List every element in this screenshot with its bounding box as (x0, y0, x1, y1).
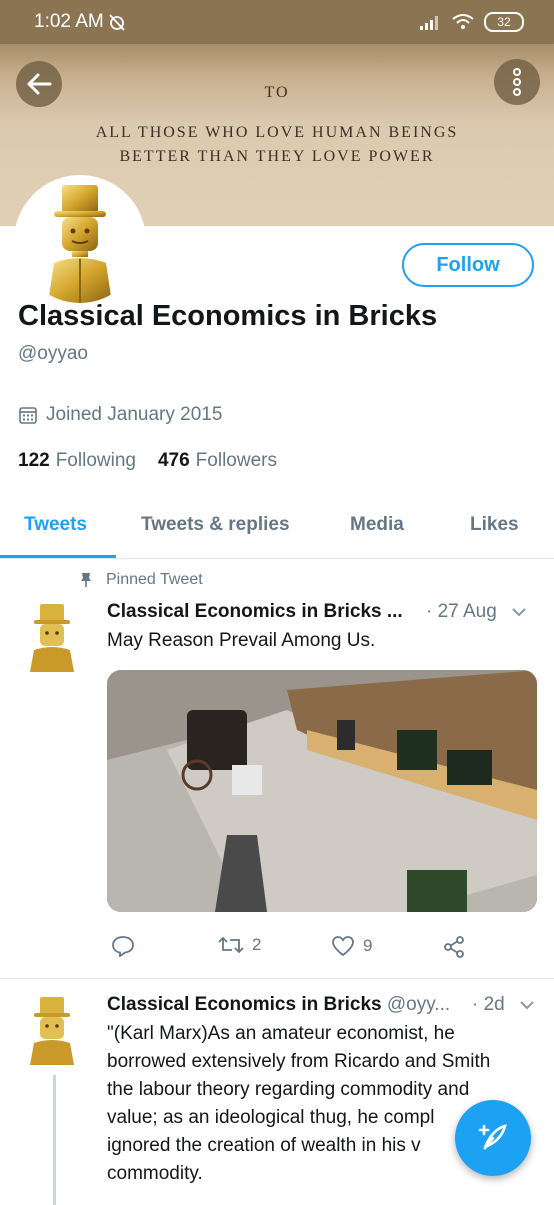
gold-minifigure-image (48, 185, 112, 303)
more-vertical-icon (513, 68, 521, 96)
tweet-author-handle: @oyy... (386, 994, 451, 1015)
profile-tabs: Tweets Tweets & replies Media Likes (0, 500, 554, 559)
tweet-author-name[interactable]: Classical Economics in Bricks ... (107, 601, 403, 622)
share-icon (444, 936, 464, 958)
signal-icon (420, 16, 438, 30)
profile-stats: 122 Following 476 Followers (18, 450, 277, 472)
chevron-down-icon[interactable] (511, 607, 527, 617)
tweet-media-image[interactable] (107, 670, 537, 912)
followers-label: Followers (195, 450, 277, 471)
followers-stat[interactable]: 476 Followers (158, 450, 277, 472)
tweet-header: Classical Economics in Bricks ... (107, 601, 403, 623)
tweet-meta: · 27 Aug (426, 601, 527, 623)
tweet-text-line: borrowed extensively from Ricardo and Sm… (107, 1051, 491, 1072)
status-bar: 1:02 AM 32 (0, 0, 554, 44)
like-count: 9 (363, 936, 373, 955)
retweet-button[interactable]: 2 (218, 935, 261, 955)
tweet-meta: · 2d (472, 994, 535, 1016)
tab-tweets[interactable]: Tweets (24, 514, 87, 536)
tweet-text-line: the labour theory regarding commodity an… (107, 1079, 470, 1100)
tweet-avatar[interactable] (20, 995, 84, 1065)
compose-tweet-button[interactable] (455, 1100, 531, 1176)
tweet-avatar[interactable] (20, 602, 84, 672)
following-label: Following (55, 450, 136, 471)
active-tab-indicator (0, 555, 116, 558)
tweet-text-line: "(Karl Marx)As an amateur economist, he (107, 1023, 455, 1044)
tweet-text: "(Karl Marx)As an amateur economist, he … (107, 1020, 490, 1188)
tweet-text-line: ignored the creation of wealth in his v (107, 1135, 421, 1156)
thread-connector-line (53, 1075, 56, 1205)
tweet-author-name[interactable]: Classical Economics in Bricks (107, 994, 382, 1015)
tab-tweets-and-replies[interactable]: Tweets & replies (141, 514, 290, 536)
tweet-text-line: commodity. (107, 1163, 203, 1184)
tab-media[interactable]: Media (350, 514, 404, 536)
reply-icon (112, 936, 134, 957)
following-stat[interactable]: 122 Following (18, 450, 136, 472)
heart-icon (332, 936, 354, 957)
status-indicators: 32 (420, 12, 524, 32)
chevron-down-icon[interactable] (519, 1000, 535, 1010)
tweet-text-line: value; as an ideological thug, he compl (107, 1107, 435, 1128)
profile-avatar[interactable] (14, 175, 146, 307)
tweet-actions: 2 9 (107, 935, 537, 965)
reply-button[interactable] (111, 935, 135, 957)
follow-button[interactable]: Follow (402, 243, 534, 287)
compose-feather-icon (478, 1124, 507, 1150)
more-options-button[interactable] (494, 59, 540, 105)
tab-likes[interactable]: Likes (470, 514, 519, 536)
banner-line-1: TO (264, 84, 290, 101)
banner-line-2: ALL THOSE WHO LOVE HUMAN BEINGS (95, 124, 459, 141)
retweet-count: 2 (252, 935, 262, 954)
status-time: 1:02 AM (34, 11, 104, 32)
arrow-left-icon (27, 73, 52, 95)
alarm-off-icon (109, 14, 125, 31)
pin-icon (81, 573, 91, 587)
pinned-label: Pinned Tweet (106, 571, 203, 588)
back-button[interactable] (16, 61, 62, 107)
banner-line-3: BETTER THAN THEY LOVE POWER (119, 148, 435, 165)
tweet-header: Classical Economics in Bricks @oyy... (107, 994, 450, 1016)
share-button[interactable] (442, 935, 466, 959)
joined-date: Joined January 2015 (18, 404, 222, 426)
retweet-icon (218, 936, 244, 954)
following-count: 122 (18, 450, 50, 471)
wifi-icon (452, 14, 474, 29)
like-button[interactable]: 9 (331, 935, 372, 957)
tweet-text: May Reason Prevail Among Us. (107, 630, 376, 651)
tweet-divider (0, 978, 554, 979)
lego-street-scene-image (107, 670, 537, 912)
battery-indicator: 32 (484, 12, 524, 32)
followers-count: 476 (157, 450, 190, 471)
tweet-time: · 2d (472, 994, 505, 1015)
tweet-time: · 27 Aug (426, 601, 497, 622)
joined-text: Joined January 2015 (46, 404, 223, 425)
pinned-indicator: Pinned Tweet (80, 571, 203, 589)
calendar-icon (19, 407, 37, 424)
profile-handle: @oyyao (18, 343, 88, 364)
